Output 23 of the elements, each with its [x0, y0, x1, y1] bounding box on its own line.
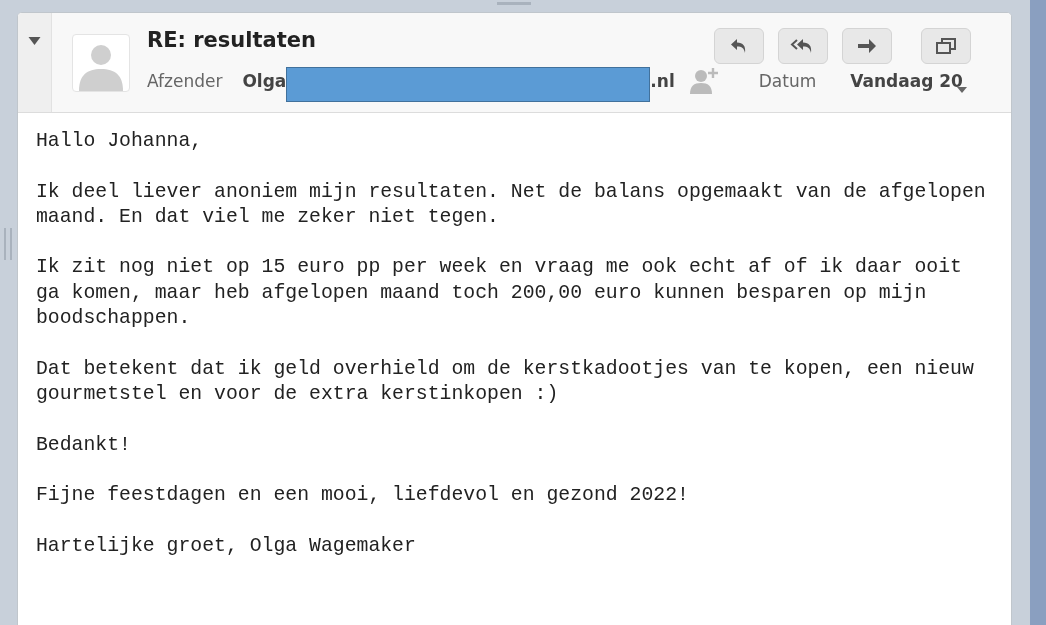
splitter-handle[interactable]: [4, 228, 12, 260]
collapse-toggle-icon[interactable]: [28, 37, 41, 45]
body-paragraph: Ik zit nog niet op 15 euro pp per week en vraag me ook echt af of ik daar ooit ga komen, maar heb afgelopen maand toch 200,00 euro kunnen besparen op mijn boodschappen.: [36, 255, 963, 332]
body-paragraph: Dat betekent dat ik geld overhield om de kerstkadootjes van te kopen, een nieuw gourmetstel en voor de extra kerstinkopen :): [36, 356, 975, 407]
body-paragraph: Bedankt!: [36, 432, 132, 458]
body-paragraph: Fijne feestdagen en een mooi, liefdevol en gezond 2022!: [36, 483, 690, 509]
body-paragraph: Ik deel liever anoniem mijn resultaten. Net de balans opgemaakt van de afgelopen maand. En dat viel me zeker niet tegen.: [36, 179, 986, 230]
windows-icon: [935, 36, 957, 56]
sender-domain: .nl: [650, 71, 675, 91]
body-paragraph: Hallo Johanna,: [36, 129, 204, 154]
body-paragraph: Hartelijke groet, Olga Wagemaker: [36, 533, 417, 559]
reply-all-button[interactable]: [778, 28, 828, 64]
caret-icon[interactable]: [957, 87, 967, 93]
arrow-right-icon: [856, 36, 878, 56]
reply-button[interactable]: [714, 28, 764, 64]
date-label: Datum: [758, 71, 817, 91]
message-subject: RE: resultaten: [147, 28, 316, 52]
date-value: Vandaag 20: [850, 71, 963, 91]
sender-label: Afzender: [147, 71, 223, 91]
sender-name: Olga: [242, 71, 287, 91]
forward-button[interactable]: [842, 28, 892, 64]
avatar-icon: [72, 34, 130, 92]
popout-button[interactable]: [921, 28, 971, 64]
